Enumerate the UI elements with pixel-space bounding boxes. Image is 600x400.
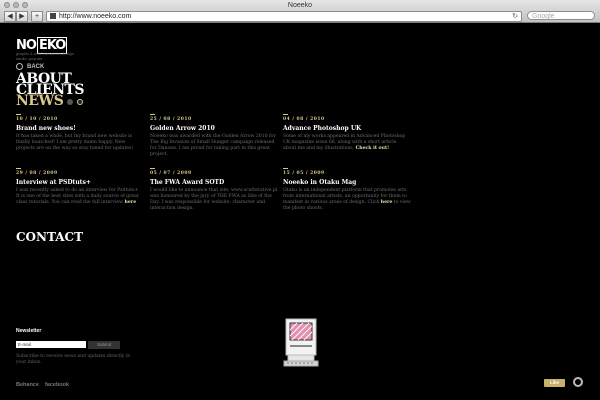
news-post: 05 / 07 / 2009 The FWA Award SOTD I woul…	[150, 168, 278, 212]
post-body: Some of my works appeared in Advanced Ph…	[283, 134, 411, 152]
newsletter-title: Newsletter	[16, 328, 42, 334]
news-post: 29 / 08 / 2009 Interview at PSDtuts+ I w…	[16, 168, 144, 206]
address-bar[interactable]: http://www.noeeko.com ↻	[46, 11, 522, 22]
reload-icon[interactable]: ↻	[512, 12, 518, 21]
news-post: 04 / 08 / 2010 Advance Photoshop UK Some…	[283, 114, 411, 152]
post-date: 15 / 05 / 2009	[283, 171, 325, 176]
post-link[interactable]: Check it out!	[356, 146, 390, 151]
circle-ring-icon[interactable]	[573, 377, 583, 387]
url-text[interactable]: http://www.noeeko.com	[59, 13, 131, 20]
post-link[interactable]: here	[125, 200, 137, 205]
pagination-active-dot-icon[interactable]	[77, 98, 84, 105]
news-post: 10 / 10 / 2010 Brand new shoes! It has t…	[16, 114, 144, 152]
post-date: 05 / 07 / 2009	[150, 171, 192, 176]
menu-item-contact[interactable]: CONTACT	[16, 230, 83, 244]
newsletter-description: Subscribe to receive news and updates di…	[16, 354, 131, 365]
logo-subtitle: graphic & web interaction design studio,…	[16, 51, 74, 61]
behance-link[interactable]: Behance	[16, 382, 39, 388]
facebook-link[interactable]: facebook	[45, 382, 69, 388]
back-link[interactable]: BACK	[16, 63, 44, 70]
post-title[interactable]: The FWA Award SOTD	[150, 179, 278, 186]
post-title[interactable]: Interview at PSDtuts+	[16, 179, 144, 186]
post-body: I would like to announce that site, www.…	[150, 188, 278, 212]
post-title[interactable]: Noeeko in Otaku Mag	[283, 179, 411, 186]
post-body: It has taken a while, but my brand new w…	[16, 134, 144, 152]
news-post: 15 / 05 / 2009 Noeeko in Otaku Mag Otaku…	[283, 168, 411, 212]
like-button[interactable]: Like	[544, 379, 565, 387]
pagination-dot-icon[interactable]	[67, 98, 74, 105]
post-divider	[16, 168, 21, 169]
post-divider	[150, 168, 155, 169]
menu-news-label: NEWS	[16, 93, 64, 109]
post-divider	[283, 114, 288, 115]
post-body-text: Noeeko was awarded with the Golden Arrow…	[150, 134, 276, 157]
post-divider	[283, 168, 288, 169]
add-bookmark-button[interactable]: +	[31, 11, 43, 22]
search-input[interactable]: Google	[527, 11, 595, 20]
post-divider	[150, 114, 155, 115]
window-title: Noeeko	[287, 2, 313, 9]
post-body: Noeeko was awarded with the Golden Arrow…	[150, 134, 278, 158]
social-links: Behance facebook	[16, 382, 69, 388]
post-body-text: I would like to announce that site, www.…	[150, 188, 278, 211]
news-post: 25 / 08 / 2010 Golden Arrow 2010 Noeeko …	[150, 114, 278, 158]
main-menu: ABOUT CLIENTS NEWS	[16, 72, 85, 109]
post-body-text: It has taken a while, but my brand new w…	[16, 134, 134, 151]
retro-computer-icon	[283, 318, 319, 367]
post-date: 25 / 08 / 2010	[150, 117, 192, 122]
back-nav-button[interactable]: ◀	[4, 11, 16, 22]
newsletter-submit-button[interactable]: Submit	[88, 341, 120, 349]
newsletter-email-input[interactable]: E-mail	[16, 341, 86, 348]
favicon-icon	[50, 13, 56, 19]
post-body: Otaku is an independent platform that pr…	[283, 188, 411, 212]
post-date: 04 / 08 / 2010	[283, 117, 325, 122]
forward-nav-button[interactable]: ▶	[16, 11, 28, 22]
post-body-text: I was recently asked to do an interview …	[16, 188, 140, 205]
browser-toolbar: Noeeko ◀ ▶ + http://www.noeeko.com ↻ Goo…	[0, 0, 600, 23]
post-title[interactable]: Golden Arrow 2010	[150, 125, 278, 132]
post-title[interactable]: Advance Photoshop UK	[283, 125, 411, 132]
post-date: 29 / 08 / 2009	[16, 171, 58, 176]
post-title[interactable]: Brand new shoes!	[16, 125, 144, 132]
back-label: BACK	[27, 63, 45, 70]
post-body: I was recently asked to do an interview …	[16, 188, 144, 206]
post-link[interactable]: here	[381, 200, 393, 205]
post-date: 10 / 10 / 2010	[16, 117, 58, 122]
back-ring-icon	[16, 63, 23, 70]
post-divider	[16, 114, 21, 115]
